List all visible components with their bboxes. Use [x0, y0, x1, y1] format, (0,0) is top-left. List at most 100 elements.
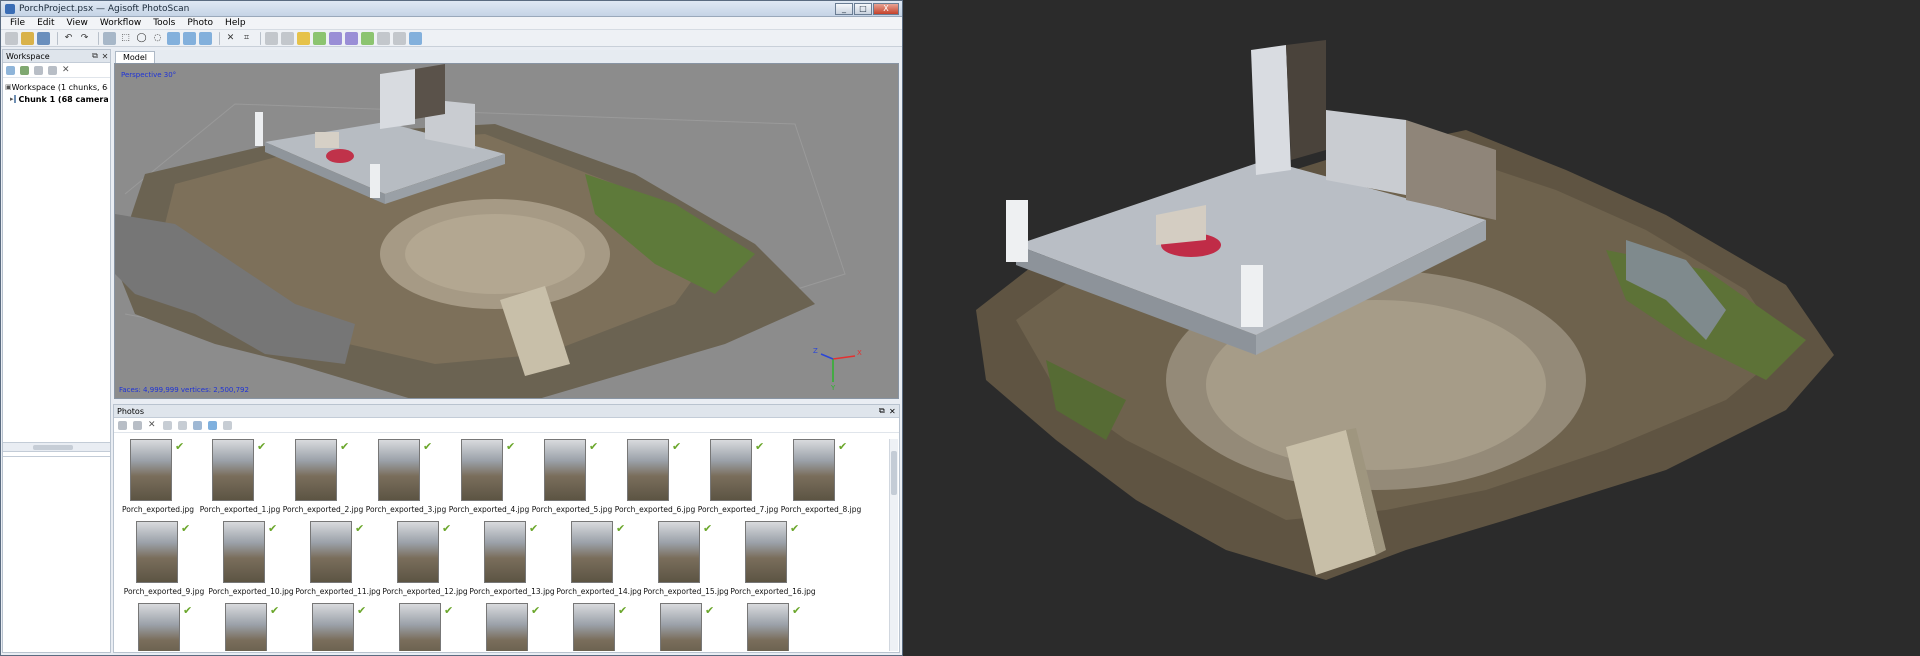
- show-all-icon[interactable]: [208, 420, 217, 430]
- shaded-icon[interactable]: [313, 31, 326, 45]
- photos-scrollbar[interactable]: [889, 439, 898, 651]
- menu-help[interactable]: Help: [219, 18, 252, 28]
- float-panel-icon[interactable]: ⧉: [90, 51, 100, 61]
- scrollbar-thumb[interactable]: [891, 451, 897, 495]
- reset-view-icon[interactable]: [409, 31, 422, 45]
- rectangle-selection-icon[interactable]: ⬚: [119, 32, 132, 45]
- photo-thumbnail[interactable]: ✔ Porch_exported_14.jpg: [556, 521, 642, 599]
- save-icon[interactable]: [37, 31, 50, 45]
- minimize-button[interactable]: _: [835, 2, 853, 15]
- photo-thumbnail[interactable]: ✔ Porch_exported_3.jpg: [366, 439, 446, 517]
- aligned-check-icon: ✔: [506, 440, 516, 453]
- photo-thumbnail[interactable]: ✔ Porch_exported_4.jpg: [449, 439, 529, 517]
- photo-thumbnail[interactable]: ✔ Porch_exported_12.jpg: [382, 521, 468, 599]
- photo-thumbnail[interactable]: ✔: [217, 603, 287, 651]
- photo-thumbnail[interactable]: ✔ Porch_exported_13.jpg: [469, 521, 555, 599]
- photo-thumbnail[interactable]: ✔ Porch_exported_16.jpg: [730, 521, 816, 599]
- scrollbar-thumb[interactable]: [33, 445, 73, 450]
- photo-image: [544, 439, 586, 501]
- photo-thumbnail[interactable]: ✔: [391, 603, 461, 651]
- photo-label: Porch_exported_3.jpg: [365, 505, 447, 514]
- axis-y-label: Y: [831, 384, 836, 392]
- photo-thumbnail[interactable]: ✔: [130, 603, 200, 651]
- view-mode-icon[interactable]: [223, 420, 232, 430]
- photo-thumbnail[interactable]: ✔: [739, 603, 809, 651]
- menu-view[interactable]: View: [61, 18, 94, 28]
- enable-icon[interactable]: [34, 65, 43, 75]
- close-button[interactable]: X: [873, 2, 899, 15]
- photo-thumbnail[interactable]: ✔ Porch_exported_1.jpg: [200, 439, 280, 517]
- navigation-icon[interactable]: [103, 31, 116, 45]
- show-cameras-icon[interactable]: [265, 31, 278, 45]
- photo-image: [399, 603, 441, 651]
- aligned-check-icon: ✔: [529, 522, 539, 535]
- resize-region-icon[interactable]: [183, 31, 196, 45]
- undo-icon[interactable]: ↶: [62, 32, 75, 45]
- photo-thumbnail[interactable]: ✔ Porch_exported_10.jpg: [208, 521, 294, 599]
- remove-camera-icon[interactable]: ✕: [148, 420, 157, 430]
- photo-thumbnail[interactable]: ✔ Porch_exported_7.jpg: [698, 439, 778, 517]
- rotate-left-icon[interactable]: [163, 420, 172, 430]
- menu-edit[interactable]: Edit: [31, 18, 60, 28]
- move-region-icon[interactable]: [167, 31, 180, 45]
- disable-icon[interactable]: [48, 65, 57, 75]
- horizontal-scrollbar[interactable]: [3, 442, 110, 452]
- close-panel-icon[interactable]: ✕: [100, 52, 110, 61]
- photo-thumbnail[interactable]: ✔ Porch_exported_8.jpg: [781, 439, 861, 517]
- photo-thumbnail[interactable]: ✔ Porch_exported_11.jpg: [295, 521, 381, 599]
- model-viewport[interactable]: Perspective 30° Faces: 4,999,999 vertice…: [114, 63, 899, 399]
- photo-thumbnail[interactable]: ✔ Porch_exported_2.jpg: [283, 439, 363, 517]
- textured-icon[interactable]: [361, 31, 374, 45]
- menu-photo[interactable]: Photo: [181, 18, 219, 28]
- photo-thumbnail[interactable]: ✔ Porch_exported_9.jpg: [124, 521, 204, 599]
- wireframe-icon[interactable]: [345, 31, 358, 45]
- point-cloud-icon[interactable]: [297, 31, 310, 45]
- rendered-porch-model: [976, 40, 1834, 580]
- free-form-selection-icon[interactable]: ◌: [151, 32, 164, 45]
- photo-thumbnail[interactable]: ✔: [304, 603, 374, 651]
- add-photos-icon[interactable]: [20, 65, 29, 75]
- redo-icon[interactable]: ↷: [78, 32, 91, 45]
- show-markers-icon[interactable]: [393, 31, 406, 45]
- photo-thumbnail[interactable]: ✔ Porch_exported_6.jpg: [615, 439, 695, 517]
- solid-icon[interactable]: [329, 31, 342, 45]
- menu-workflow[interactable]: Workflow: [94, 18, 147, 28]
- window-title: PorchProject.psx — Agisoft PhotoScan: [19, 3, 190, 14]
- photo-thumbnail[interactable]: ✔ Porch_exported_15.jpg: [643, 521, 729, 599]
- tree-item-chunk[interactable]: ▸ Chunk 1 (68 cameras): [5, 93, 108, 105]
- photo-thumbnail[interactable]: ✔: [565, 603, 635, 651]
- properties-area: [3, 456, 110, 652]
- photo-label: Porch_exported_4.jpg: [448, 505, 530, 514]
- photo-thumbnail[interactable]: ✔ Porch_exported_5.jpg: [532, 439, 612, 517]
- menu-file[interactable]: File: [4, 18, 31, 28]
- filter-icon[interactable]: [193, 420, 202, 430]
- photo-thumbnail[interactable]: ✔ Porch_exported.jpg: [122, 439, 194, 517]
- collapse-icon[interactable]: ▣: [5, 83, 12, 91]
- new-file-icon[interactable]: [5, 31, 18, 45]
- tree-item-workspace[interactable]: ▣ Workspace (1 chunks, 68 cameras): [5, 81, 108, 93]
- circle-selection-icon[interactable]: ◯: [135, 32, 148, 45]
- rotate-region-icon[interactable]: [199, 31, 212, 45]
- open-folder-icon[interactable]: [21, 31, 34, 45]
- tree-item-label: Chunk 1 (68 cameras): [18, 94, 108, 104]
- rotate-right-icon[interactable]: [178, 420, 187, 430]
- remove-icon[interactable]: ✕: [62, 65, 71, 75]
- aligned-check-icon: ✔: [792, 604, 802, 617]
- float-panel-icon[interactable]: ⧉: [879, 406, 889, 416]
- show-grid-icon[interactable]: [281, 31, 294, 45]
- maximize-button[interactable]: □: [854, 2, 872, 15]
- show-region-icon[interactable]: [377, 31, 390, 45]
- photo-label: Porch_exported_7.jpg: [697, 505, 779, 514]
- close-panel-icon[interactable]: ✕: [889, 407, 899, 416]
- photo-thumbnail[interactable]: ✔: [652, 603, 722, 651]
- tab-model[interactable]: Model: [115, 51, 156, 63]
- photo-image: [378, 439, 420, 501]
- axis-x-label: X: [857, 349, 862, 357]
- photo-thumbnail[interactable]: ✔: [478, 603, 548, 651]
- crop-selection-icon[interactable]: ⌗: [240, 32, 253, 45]
- menu-tools[interactable]: Tools: [147, 18, 181, 28]
- enable-camera-icon[interactable]: [118, 420, 127, 430]
- add-chunk-icon[interactable]: [6, 65, 15, 75]
- delete-selection-icon[interactable]: ✕: [224, 32, 237, 45]
- disable-camera-icon[interactable]: [133, 420, 142, 430]
